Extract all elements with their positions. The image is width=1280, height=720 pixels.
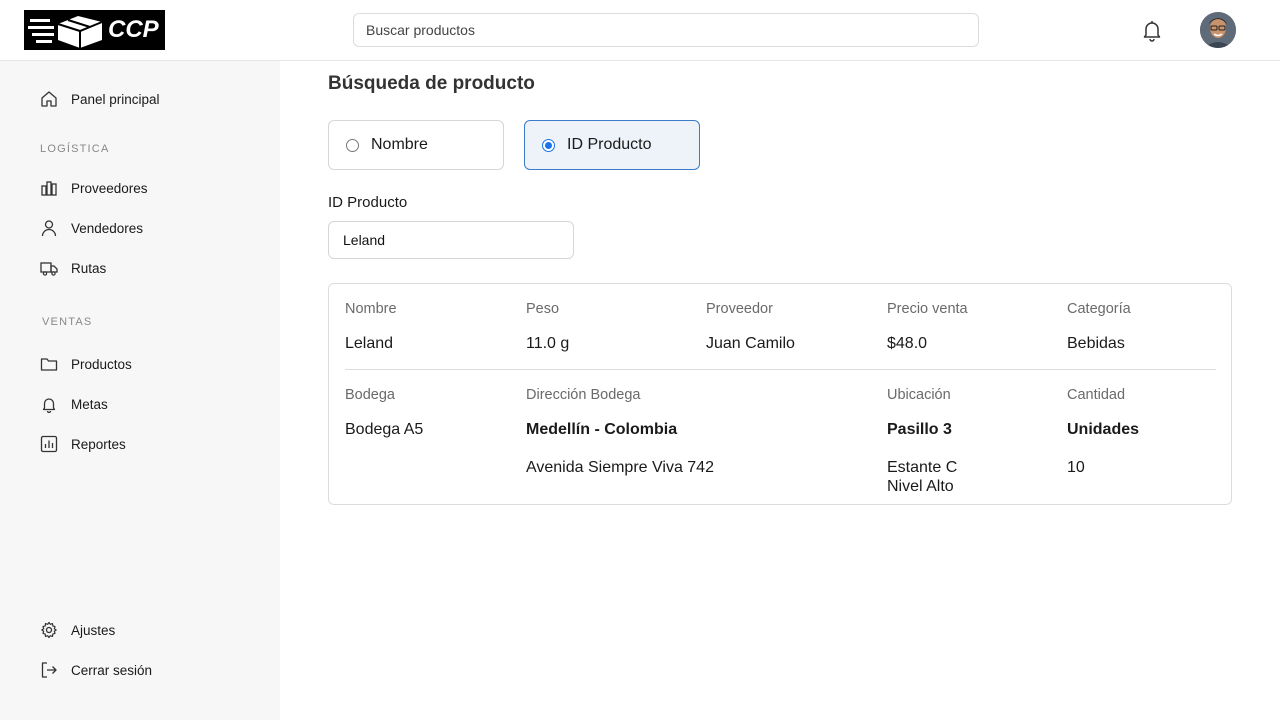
sidebar-item-label: Cerrar sesión [71,662,153,678]
sidebar-item-productos[interactable]: Productos [40,352,132,376]
value-nombre: Leland [345,335,394,352]
sidebar-item-cerrar-sesion[interactable]: Cerrar sesión [40,658,152,682]
header-proveedor: Proveedor [706,301,773,317]
top-header: CCP [0,0,1280,61]
logo-box-icon [28,16,103,48]
header-cantidad: Cantidad [1067,387,1126,403]
ccp-logo[interactable]: CCP [24,10,165,50]
page-title: Búsqueda de producto [328,73,535,94]
sidebar-item-label: Vendedores [71,220,144,236]
sidebar-item-ajustes[interactable]: Ajustes [40,618,115,642]
sidebar-item-metas[interactable]: Metas [40,392,108,416]
sidebar-item-rutas[interactable]: Rutas [40,256,106,280]
sidebar-item-label: Ajustes [71,622,116,638]
logout-icon [41,662,57,678]
logo-text: CCP [108,16,159,43]
sidebar-item-panel-principal[interactable]: Panel principal [40,87,160,111]
product-result-card: Nombre Peso Proveedor Precio venta Categ… [328,283,1232,505]
radio-label-id-producto: ID Producto [567,136,652,153]
sidebar-item-label: Panel principal [71,91,160,107]
radio-option-id-producto[interactable]: ID Producto [524,120,700,170]
sidebar-item-reportes[interactable]: Reportes [40,432,126,456]
bar-chart-icon [40,435,58,453]
header-precio-venta: Precio venta [887,301,968,317]
id-producto-label: ID Producto [328,194,408,211]
folder-icon [40,358,58,371]
header-peso: Peso [526,301,560,317]
home-icon [41,91,57,107]
user-icon [41,220,57,237]
sidebar-item-label: Rutas [71,260,107,276]
radio-button-nombre[interactable] [346,138,359,152]
buildings-icon [41,181,57,196]
header-ubicacion: Ubicación [887,387,951,403]
value-direccion-ciudad: Medellín - Colombia [526,421,678,438]
value-bodega: Bodega A5 [345,421,424,438]
section-title-ventas: VENTAS [42,316,93,328]
value-ubicacion-nivel: Nivel Alto [887,478,954,495]
header-categoria: Categoría [1067,301,1131,317]
value-cantidad-unidad: Unidades [1067,421,1140,438]
sidebar-item-proveedores[interactable]: Proveedores [40,176,148,200]
value-peso: 11.0 g [526,335,570,352]
user-avatar[interactable] [1200,12,1236,48]
sidebar-item-label: Metas [71,396,108,412]
value-direccion-calle: Avenida Siempre Viva 742 [526,459,714,476]
sidebar-item-label: Proveedores [71,180,148,196]
value-precio-venta: $48.0 [887,335,928,352]
gear-icon [41,621,57,639]
radio-label-nombre: Nombre [371,136,428,153]
header-bodega: Bodega [345,387,395,403]
divider [345,369,1216,370]
header-nombre: Nombre [345,301,397,317]
truck-icon [40,262,58,276]
radio-button-id-producto[interactable] [542,138,555,152]
notifications-bell-icon[interactable] [1140,18,1164,42]
section-title-logistica: LOGÍSTICA [40,143,110,155]
sidebar-item-label: Reportes [71,436,126,452]
value-ubicacion-pasillo: Pasillo 3 [887,421,952,438]
search-input[interactable] [353,13,979,47]
sidebar-item-label: Productos [71,356,132,372]
bell-icon [42,398,56,413]
value-proveedor: Juan Camilo [706,335,795,352]
sidebar-item-vendedores[interactable]: Vendedores [40,216,143,240]
value-cantidad-valor: 10 [1067,459,1085,476]
header-direccion-bodega: Dirección Bodega [526,387,641,403]
value-ubicacion-estante: Estante C [887,459,958,476]
value-categoria: Bebidas [1067,335,1125,352]
radio-option-nombre[interactable]: Nombre [328,120,504,170]
sidebar: Panel principal LOGÍSTICA Proveedores Ve… [0,61,280,720]
avatar-image [1200,12,1236,48]
id-producto-input[interactable] [328,221,574,259]
